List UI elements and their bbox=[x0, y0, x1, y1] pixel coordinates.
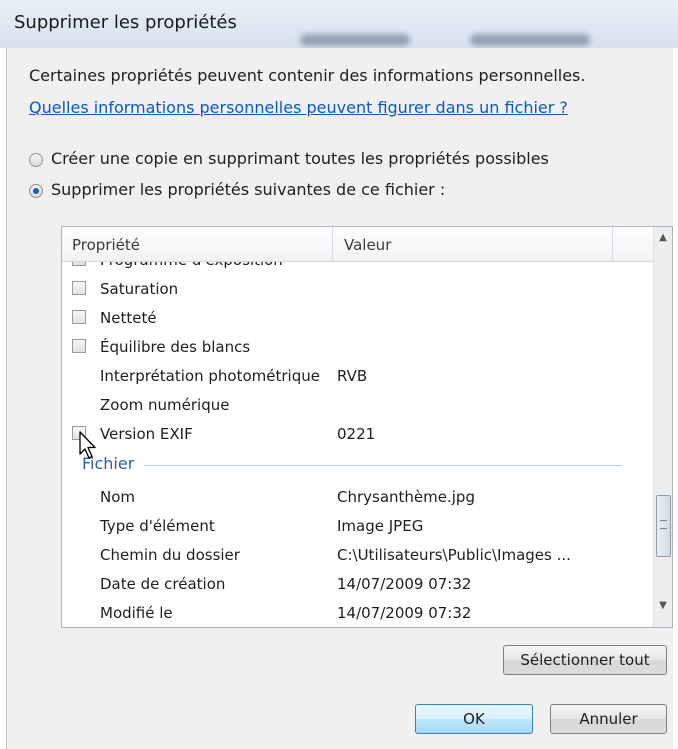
list-item[interactable]: Saturation bbox=[62, 275, 654, 304]
property-value: RVB bbox=[337, 367, 368, 385]
list-item[interactable]: Date de création 14/07/2009 07:32 bbox=[62, 570, 654, 599]
copy-option-label[interactable]: Créer une copie en supprimant toutes les… bbox=[51, 149, 549, 168]
list-item[interactable]: Modifié le 14/07/2009 07:32 bbox=[62, 599, 654, 627]
remove-option-radio[interactable] bbox=[29, 184, 43, 198]
property-name: Nom bbox=[100, 488, 136, 506]
list-item[interactable]: Nom Chrysanthème.jpg bbox=[62, 483, 654, 512]
select-all-button[interactable]: Sélectionner tout bbox=[503, 645, 667, 675]
mouse-cursor-icon bbox=[79, 431, 96, 459]
list-item[interactable]: Type d'élément Image JPEG bbox=[62, 512, 654, 541]
list-item[interactable]: Chemin du dossier C:\Utilisateurs\Public\… bbox=[62, 541, 654, 570]
group-divider bbox=[144, 465, 622, 466]
column-separator[interactable] bbox=[332, 227, 333, 261]
property-value: 0221 bbox=[337, 425, 376, 443]
properties-list[interactable]: Propriété Valeur Programme d'exposition S… bbox=[61, 226, 673, 628]
column-header-property[interactable]: Propriété bbox=[72, 236, 140, 254]
property-checkbox[interactable] bbox=[72, 281, 86, 295]
property-name: Saturation bbox=[100, 280, 179, 298]
property-name: Zoom numérique bbox=[100, 396, 230, 414]
property-checkbox[interactable] bbox=[72, 310, 86, 324]
list-item[interactable]: Interprétation photométrique RVB bbox=[62, 362, 654, 391]
property-value: 14/07/2009 07:32 bbox=[337, 604, 472, 622]
scroll-up-icon[interactable]: ▲ bbox=[654, 229, 672, 247]
ok-button[interactable]: OK bbox=[415, 704, 533, 734]
privacy-help-link[interactable]: Quelles informations personnelles peuven… bbox=[29, 98, 568, 117]
list-scrollbar[interactable]: ▲ ▼ bbox=[653, 227, 672, 627]
property-name: Netteté bbox=[100, 309, 157, 327]
property-name: Programme d'exposition bbox=[100, 262, 283, 269]
list-item[interactable]: Netteté bbox=[62, 304, 654, 333]
list-header: Propriété Valeur bbox=[62, 227, 654, 262]
property-checkbox[interactable] bbox=[72, 339, 86, 353]
cancel-button[interactable]: Annuler bbox=[550, 704, 667, 734]
list-item[interactable]: Version EXIF 0221 bbox=[62, 420, 654, 449]
window-title: Supprimer les propriétés bbox=[14, 12, 237, 33]
property-name: Chemin du dossier bbox=[100, 546, 240, 564]
dialog-body: Certaines propriétés peuvent contenir de… bbox=[6, 48, 673, 749]
property-value: Chrysanthème.jpg bbox=[337, 488, 475, 506]
title-bar-glow bbox=[300, 34, 410, 46]
group-header-file: Fichier bbox=[62, 450, 654, 479]
scroll-thumb[interactable] bbox=[656, 495, 671, 557]
column-header-value[interactable]: Valeur bbox=[344, 236, 391, 254]
list-item[interactable]: Zoom numérique bbox=[62, 391, 654, 420]
property-name: Interprétation photométrique bbox=[100, 367, 320, 385]
list-item[interactable]: Équilibre des blancs bbox=[62, 333, 654, 362]
property-value: 14/07/2009 07:32 bbox=[337, 575, 472, 593]
property-name: Type d'élément bbox=[100, 517, 215, 535]
column-separator-2[interactable] bbox=[612, 227, 613, 261]
copy-option-radio[interactable] bbox=[29, 153, 43, 167]
property-value: C:\Utilisateurs\Public\Images ... bbox=[337, 546, 571, 564]
property-name: Équilibre des blancs bbox=[100, 338, 251, 356]
property-checkbox[interactable] bbox=[72, 262, 86, 266]
property-value: Image JPEG bbox=[337, 517, 424, 535]
info-text: Certaines propriétés peuvent contenir de… bbox=[29, 66, 586, 85]
list-body: Programme d'exposition Saturation Netteté É… bbox=[62, 262, 654, 627]
title-bar: Supprimer les propriétés bbox=[0, 0, 678, 48]
remove-option-label[interactable]: Supprimer les propriétés suivantes de ce… bbox=[51, 180, 445, 199]
list-item[interactable]: Programme d'exposition bbox=[62, 262, 654, 275]
scroll-down-icon[interactable]: ▼ bbox=[654, 597, 672, 615]
title-bar-glow-2 bbox=[470, 34, 590, 46]
property-name: Version EXIF bbox=[100, 425, 193, 443]
property-name: Date de création bbox=[100, 575, 226, 593]
property-name: Modifié le bbox=[100, 604, 173, 622]
